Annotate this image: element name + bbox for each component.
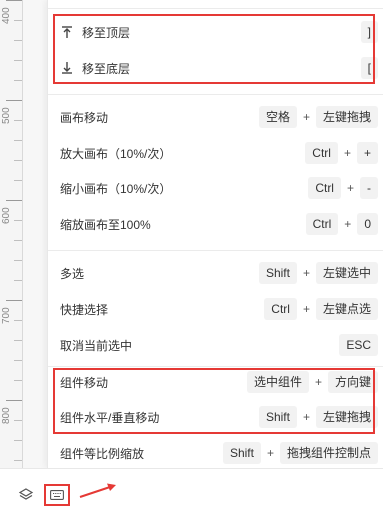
ruler-tick <box>14 420 22 421</box>
shortcut-row-deselect: 取消当前选中 ESC <box>60 333 378 357</box>
plus-sign: + <box>302 266 310 280</box>
key-badge: 0 <box>357 213 378 235</box>
key-badge: Ctrl <box>305 213 339 235</box>
ruler-mark-600: 600 <box>1 207 12 224</box>
section-divider <box>48 366 383 367</box>
key-badge: ESC <box>339 334 378 356</box>
shortcut-label: 缩放画布至100% <box>60 217 151 232</box>
key-badge: 方向键 <box>327 371 378 393</box>
ruler-tick <box>6 100 22 101</box>
key-badge: Shift <box>222 442 261 464</box>
key-badge: 左键拖拽 <box>315 406 378 428</box>
ruler-mark-800: 800 <box>1 407 12 424</box>
shortcut-label: 多选 <box>60 266 85 281</box>
section-divider <box>48 250 383 251</box>
shortcut-row-zoom-reset: 缩放画布至100% Ctrl + 0 <box>60 212 378 236</box>
vertical-ruler: 400 500 600 700 800 <box>0 0 23 468</box>
shortcut-row-pan-canvas: 画布移动 空格 + 左键拖拽 <box>60 105 378 129</box>
bring-to-top-icon <box>62 26 72 38</box>
key-badge: + <box>356 142 378 164</box>
ruler-tick <box>14 180 22 181</box>
shortcut-row-bring-to-top: 移至顶层 ] <box>60 20 378 44</box>
ruler-mark-700: 700 <box>1 307 12 324</box>
shortcut-row-move-component: 组件移动 选中组件 + 方向键 <box>60 370 378 394</box>
shortcut-label: 移至顶层 <box>82 25 131 40</box>
shortcut-label: 缩小画布（10%/次） <box>60 181 172 196</box>
ruler-tick <box>14 260 22 261</box>
ruler-tick <box>6 400 22 401</box>
shortcut-label: 组件移动 <box>60 375 109 390</box>
key-badge: 空格 <box>258 106 297 128</box>
section-divider <box>48 94 383 95</box>
shortcut-label: 移至底层 <box>82 61 131 76</box>
ruler-tick <box>14 40 22 41</box>
ruler-tick <box>14 220 22 221</box>
layers-icon <box>18 488 34 500</box>
key-badge: [ <box>360 57 378 79</box>
key-badge: - <box>360 177 378 199</box>
key-badge: Ctrl <box>264 298 297 320</box>
shortcut-row-zoom-in: 放大画布（10%/次） Ctrl + + <box>60 141 378 165</box>
plus-sign: + <box>343 146 351 160</box>
shortcut-panel: 移至顶层 ] 移至底层 [ 画布移动 空格 + 左键拖拽 放大画布（10%/次）… <box>47 0 383 468</box>
ruler-tick <box>14 80 22 81</box>
shortcut-row-move-horizontal-vertical: 组件水平/垂直移动 Shift + 左键拖拽 <box>60 405 378 429</box>
shortcut-label: 放大画布（10%/次） <box>60 146 172 161</box>
ruler-tick <box>14 60 22 61</box>
shortcut-label: 取消当前选中 <box>60 338 133 353</box>
ruler-tick <box>14 20 22 21</box>
plus-sign: + <box>346 181 354 195</box>
canvas-area <box>23 0 47 468</box>
ruler-tick <box>6 200 22 201</box>
shortcut-row-multi-select: 多选 Shift + 左键选中 <box>60 261 378 285</box>
key-badge: 左键选中 <box>315 262 378 284</box>
key-badge: Ctrl <box>308 177 341 199</box>
bottom-toolbar <box>0 468 383 513</box>
shortcut-row-proportional-scale: 组件等比例缩放 Shift + 拖拽组件控制点 <box>60 441 378 465</box>
ruler-tick <box>14 320 22 321</box>
keyboard-icon <box>50 490 64 500</box>
keyboard-shortcut-button[interactable] <box>44 484 70 506</box>
plus-sign: + <box>314 375 322 389</box>
plus-sign: + <box>344 217 352 231</box>
send-to-bottom-icon <box>62 62 72 74</box>
key-badge: 选中组件 <box>246 371 309 393</box>
shortcut-label: 画布移动 <box>60 110 109 125</box>
shortcut-label: 组件水平/垂直移动 <box>60 410 160 425</box>
ruler-tick <box>14 120 22 121</box>
ruler-tick <box>14 160 22 161</box>
ruler-tick <box>14 340 22 341</box>
key-badge: 左键点选 <box>315 298 378 320</box>
ruler-tick <box>14 360 22 361</box>
panel-divider <box>48 8 383 9</box>
ruler-tick <box>14 240 22 241</box>
ruler-tick <box>6 300 22 301</box>
ruler-tick <box>14 440 22 441</box>
red-arrow-icon <box>79 483 116 498</box>
plus-sign: + <box>302 302 310 316</box>
key-badge: Shift <box>258 406 297 428</box>
shortcut-label: 快捷选择 <box>60 302 109 317</box>
ruler-tick <box>14 460 22 461</box>
ruler-tick <box>14 380 22 381</box>
layers-button[interactable] <box>16 485 36 505</box>
key-badge: Shift <box>258 262 297 284</box>
key-badge: ] <box>360 21 378 43</box>
key-badge: 左键拖拽 <box>315 106 378 128</box>
key-badge: Ctrl <box>305 142 338 164</box>
shortcut-row-quick-select: 快捷选择 Ctrl + 左键点选 <box>60 297 378 321</box>
ruler-mark-500: 500 <box>1 107 12 124</box>
ruler-tick <box>6 0 22 1</box>
plus-sign: + <box>302 110 310 124</box>
plus-sign: + <box>302 410 310 424</box>
shortcut-row-zoom-out: 缩小画布（10%/次） Ctrl + - <box>60 176 378 200</box>
key-badge: 拖拽组件控制点 <box>279 442 378 464</box>
ruler-tick <box>14 140 22 141</box>
ruler-mark-400: 400 <box>1 7 12 24</box>
ruler-tick <box>14 280 22 281</box>
shortcut-label: 组件等比例缩放 <box>60 446 145 461</box>
shortcut-row-send-to-bottom: 移至底层 [ <box>60 56 378 80</box>
plus-sign: + <box>266 446 274 460</box>
